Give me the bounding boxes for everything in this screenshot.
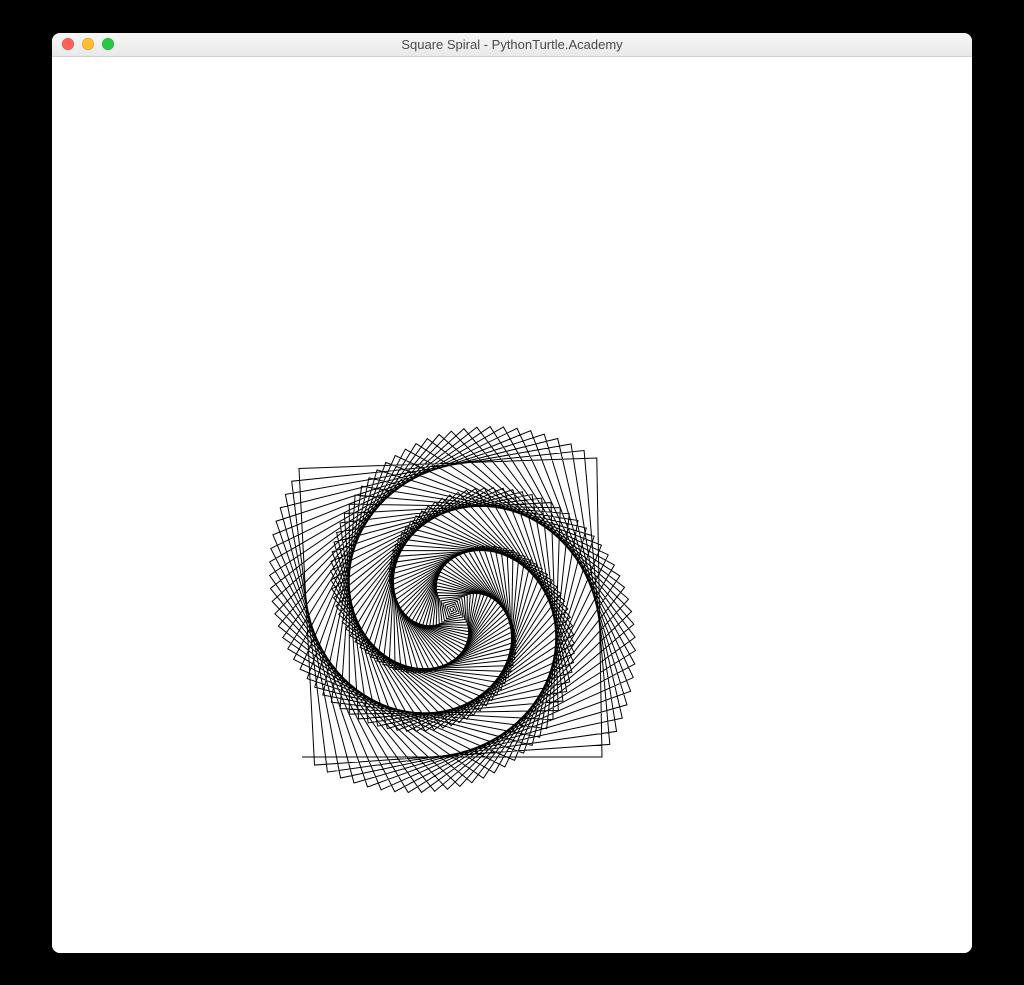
minimize-icon[interactable] [82,38,94,50]
square-spiral-drawing [52,57,972,953]
traffic-lights [52,38,114,50]
zoom-icon[interactable] [102,38,114,50]
titlebar[interactable]: Square Spiral - PythonTurtle.Academy [52,33,972,57]
turtle-canvas [52,57,972,953]
close-icon[interactable] [62,38,74,50]
window-title: Square Spiral - PythonTurtle.Academy [52,37,972,52]
app-window: Square Spiral - PythonTurtle.Academy [52,33,972,953]
